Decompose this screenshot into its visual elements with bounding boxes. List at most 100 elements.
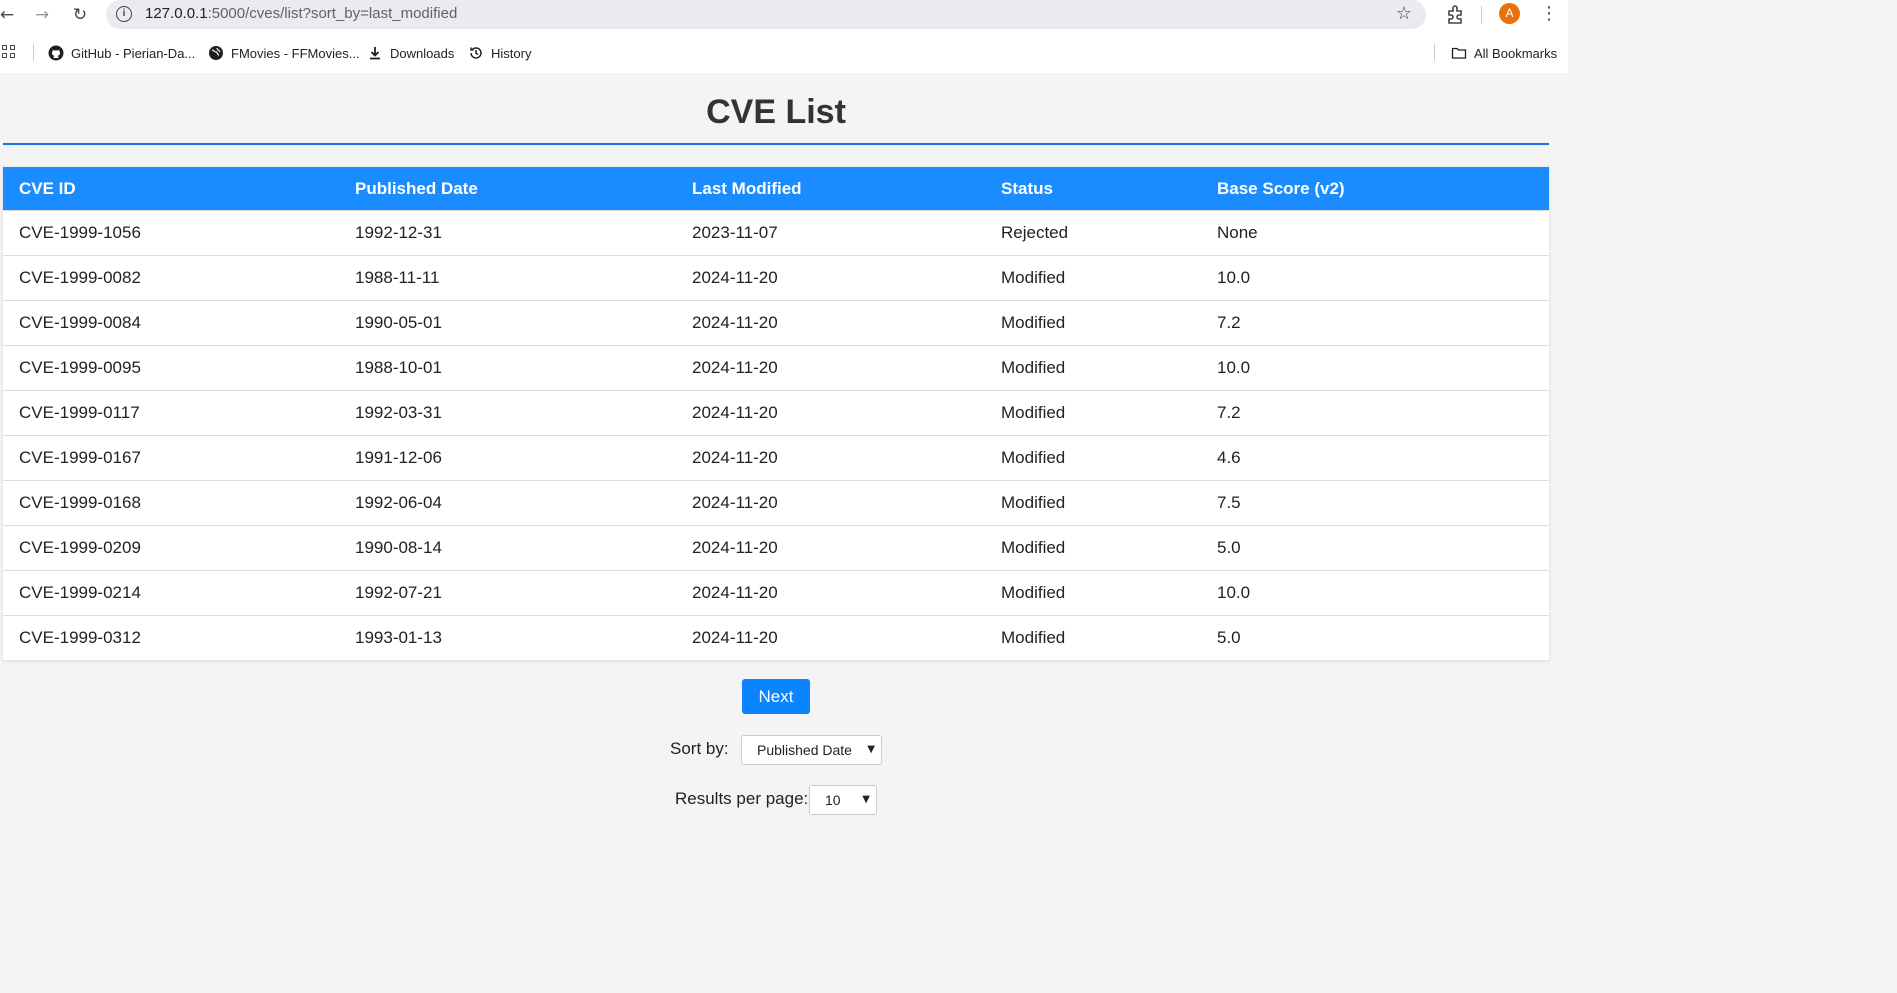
bookmark-label: History [491, 45, 532, 61]
cell-cve-id: CVE-1999-0209 [3, 525, 339, 571]
table-row: CVE-1999-0312 1993-01-13 2024-11-20 Modifie… [3, 615, 1549, 660]
folder-icon [1451, 45, 1467, 61]
cell-cve-id: CVE-1999-0214 [3, 570, 339, 616]
cve-table: CVE ID Published Date Last Modified Stat… [3, 167, 1549, 660]
cell-published-date: 1993-01-13 [339, 615, 676, 660]
table-row: CVE-1999-0095 1988-10-01 2024-11-20 Modifie… [3, 345, 1549, 391]
cell-published-date: 1991-12-06 [339, 435, 676, 481]
cell-base-score: 10.0 [1201, 570, 1549, 616]
title-divider [3, 143, 1549, 145]
kebab-menu-icon[interactable]: ⋮ [1540, 4, 1558, 24]
toolbar-divider [1481, 6, 1482, 24]
cell-base-score: 7.2 [1201, 300, 1549, 346]
cell-published-date: 1992-07-21 [339, 570, 676, 616]
cell-base-score: 7.2 [1201, 390, 1549, 436]
sort-select[interactable]: Published Date ▼ [741, 735, 882, 765]
reload-icon[interactable]: ↻ [69, 4, 91, 26]
per-page-selected-value: 10 [825, 792, 841, 808]
cell-base-score: 10.0 [1201, 255, 1549, 301]
cve-table-container: CVE ID Published Date Last Modified Stat… [3, 167, 1549, 660]
cell-cve-id: CVE-1999-0084 [3, 300, 339, 346]
url-path: :5000/cves/list?sort_by=last_modified [207, 5, 458, 22]
next-button[interactable]: Next [742, 679, 810, 714]
cell-cve-id: CVE-1999-0167 [3, 435, 339, 481]
header-published-date: Published Date [339, 167, 676, 211]
bookmark-label: Downloads [390, 45, 455, 61]
all-bookmarks-label: All Bookmarks [1474, 45, 1558, 61]
cell-base-score: 10.0 [1201, 345, 1549, 391]
bookmark-downloads[interactable]: Downloads [367, 44, 454, 62]
table-row: CVE-1999-0168 1992-06-04 2024-11-20 Modifie… [3, 480, 1549, 526]
cell-status: Rejected [985, 210, 1201, 256]
cell-published-date: 1988-10-01 [339, 345, 676, 391]
profile-avatar[interactable]: A [1499, 3, 1520, 24]
table-row: CVE-1999-0167 1991-12-06 2024-11-20 Modifie… [3, 435, 1549, 481]
cell-last-modified: 2024-11-20 [676, 615, 985, 660]
forward-arrow-icon[interactable]: → [31, 4, 53, 26]
globe-icon [208, 45, 224, 61]
chevron-down-icon: ▼ [867, 744, 875, 755]
apps-grid-icon[interactable] [2, 45, 16, 59]
cell-last-modified: 2024-11-20 [676, 255, 985, 301]
download-icon [367, 45, 383, 61]
cell-last-modified: 2024-11-20 [676, 435, 985, 481]
table-body: CVE-1999-1056 1992-12-31 2023-11-07 Rejecte… [3, 210, 1549, 660]
site-info-icon[interactable]: i [116, 6, 132, 22]
cell-base-score: 4.6 [1201, 435, 1549, 481]
bookmarks-divider [1434, 44, 1435, 61]
header-last-modified: Last Modified [676, 167, 985, 211]
table-row: CVE-1999-0117 1992-03-31 2024-11-20 Modifie… [3, 390, 1549, 436]
page-title: CVE List [706, 93, 846, 131]
cell-status: Modified [985, 480, 1201, 526]
cell-base-score: 7.5 [1201, 480, 1549, 526]
cell-status: Modified [985, 615, 1201, 660]
bookmark-label: FMovies - FFMovies... [231, 45, 360, 61]
header-base-score: Base Score (v2) [1201, 167, 1549, 211]
chevron-down-icon: ▼ [862, 794, 870, 805]
url-host: 127.0.0.1 [145, 5, 208, 22]
bookmark-github[interactable]: GitHub - Pierian-Da... [48, 44, 195, 62]
bookmark-fmovies[interactable]: FMovies - FFMovies... [208, 44, 360, 62]
cell-status: Modified [985, 390, 1201, 436]
cell-last-modified: 2024-11-20 [676, 345, 985, 391]
bookmark-star-icon[interactable]: ☆ [1396, 3, 1412, 24]
back-arrow-icon[interactable]: ← [0, 4, 18, 26]
bookmarks-divider [33, 44, 34, 61]
table-row: CVE-1999-1056 1992-12-31 2023-11-07 Rejecte… [3, 210, 1549, 256]
url-text[interactable]: 127.0.0.1:5000/cves/list?sort_by=last_mo… [145, 5, 457, 22]
bookmark-label: GitHub - Pierian-Da... [71, 45, 196, 61]
address-bar[interactable]: i 127.0.0.1:5000/cves/list?sort_by=last_… [106, 0, 1426, 29]
sort-selected-value: Published Date [757, 742, 852, 758]
extensions-icon[interactable] [1445, 3, 1467, 25]
header-status: Status [985, 167, 1201, 211]
per-page-label: Results per page: [675, 789, 809, 808]
cell-status: Modified [985, 255, 1201, 301]
cell-last-modified: 2024-11-20 [676, 525, 985, 571]
cell-base-score: 5.0 [1201, 615, 1549, 660]
cell-last-modified: 2024-11-20 [676, 390, 985, 436]
cell-last-modified: 2023-11-07 [676, 210, 985, 256]
cell-base-score: 5.0 [1201, 525, 1549, 571]
cell-base-score: None [1201, 210, 1549, 256]
github-icon [48, 45, 64, 61]
table-row: CVE-1999-0209 1990-08-14 2024-11-20 Modifie… [3, 525, 1549, 571]
cell-published-date: 1992-03-31 [339, 390, 676, 436]
cell-published-date: 1992-06-04 [339, 480, 676, 526]
per-page-select[interactable]: 10 ▼ [809, 785, 877, 815]
table-row: CVE-1999-0214 1992-07-21 2024-11-20 Modifie… [3, 570, 1549, 616]
bookmark-history[interactable]: History [468, 44, 531, 62]
cell-status: Modified [985, 300, 1201, 346]
cell-published-date: 1988-11-11 [339, 255, 676, 301]
browser-toolbar: ← → ↻ i 127.0.0.1:5000/cves/list?sort_by… [0, 0, 1568, 31]
sort-label: Sort by: [670, 739, 729, 758]
cell-status: Modified [985, 525, 1201, 571]
bookmarks-bar: GitHub - Pierian-Da... FMovies - FFMovie… [0, 31, 1568, 73]
cell-last-modified: 2024-11-20 [676, 570, 985, 616]
cell-last-modified: 2024-11-20 [676, 300, 985, 346]
cell-cve-id: CVE-1999-0082 [3, 255, 339, 301]
all-bookmarks[interactable]: All Bookmarks [1451, 44, 1557, 62]
cell-cve-id: CVE-1999-0168 [3, 480, 339, 526]
header-cve-id: CVE ID [3, 167, 339, 211]
cell-cve-id: CVE-1999-0095 [3, 345, 339, 391]
cell-status: Modified [985, 345, 1201, 391]
